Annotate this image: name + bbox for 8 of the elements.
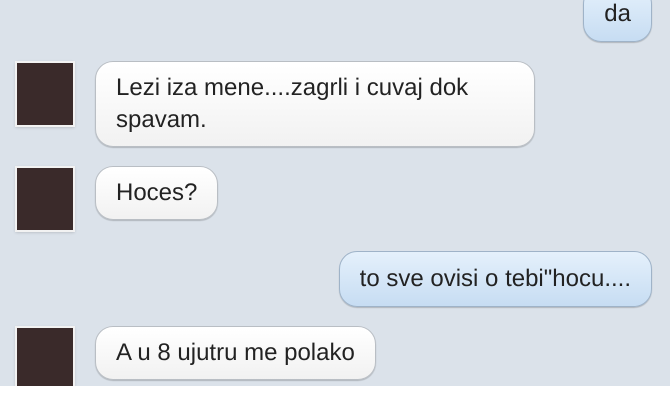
avatar-placeholder — [15, 166, 75, 232]
received-message: Hoces? — [95, 166, 218, 220]
received-message: Lezi iza mene....zagrli i cuvaj dok spavam. — [95, 61, 535, 147]
sent-message: to sve ovisi o tebi"hocu.... — [338, 251, 652, 307]
avatar-placeholder — [15, 326, 75, 386]
avatar-placeholder — [15, 61, 75, 127]
sent-message: da — [583, 0, 652, 42]
received-message: A u 8 ujutru me polako — [95, 326, 376, 380]
